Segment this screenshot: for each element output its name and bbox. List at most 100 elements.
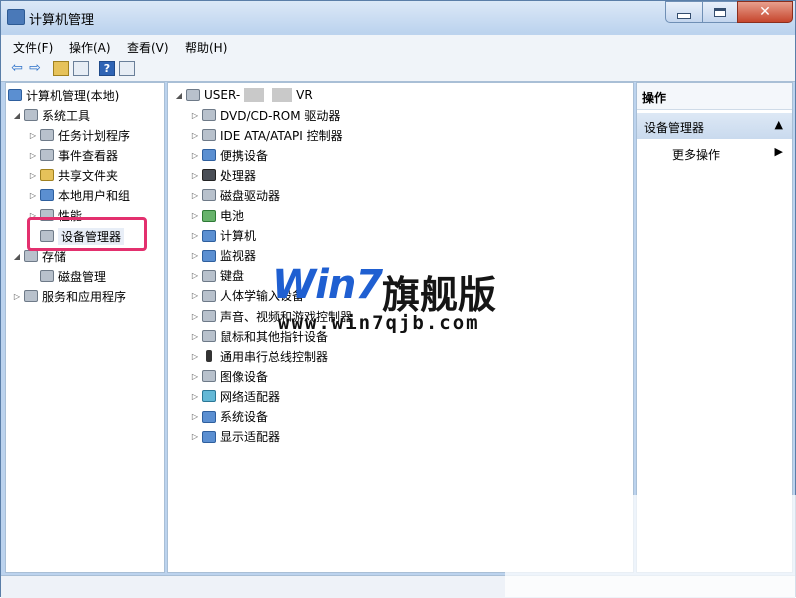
device-category-imaging-device[interactable]: ▷ 图像设备	[190, 366, 268, 386]
tree-item-event-viewer[interactable]: ▷ 事件查看器	[28, 145, 118, 165]
device-category-display-adapter[interactable]: ▷ 显示适配器	[190, 427, 280, 447]
expand-arrow-icon[interactable]: ▷	[190, 211, 200, 220]
close-button[interactable]: ✕	[737, 1, 793, 23]
device-category-monitor[interactable]: ▷ 监视器	[190, 246, 256, 266]
expand-arrow-icon[interactable]: ▷	[190, 231, 200, 240]
tree-item-shared-folders[interactable]: ▷ 共享文件夹	[28, 165, 118, 185]
storage-icon	[24, 250, 38, 262]
menu-help[interactable]: 帮助(H)	[185, 39, 227, 56]
submenu-arrow-icon[interactable]: ▶	[775, 145, 783, 158]
tree-item-disk-management[interactable]: 磁盘管理	[40, 266, 106, 286]
users-icon	[40, 189, 54, 201]
device-tree-root[interactable]: ◢ USER- VR	[174, 85, 313, 105]
title-bar[interactable]: 计算机管理 ✕	[1, 1, 795, 33]
actions-section-device-manager[interactable]: 设备管理器 ▲	[637, 113, 792, 139]
device-category-label: 显示适配器	[220, 430, 281, 445]
keyboard-icon	[202, 269, 216, 282]
expand-arrow-icon[interactable]: ▷	[190, 412, 200, 421]
forward-arrow-icon[interactable]: ⇨	[27, 61, 43, 76]
more-actions-link[interactable]: 更多操作	[672, 146, 720, 163]
device-category-label: 计算机	[220, 229, 257, 244]
device-category-label: DVD/CD-ROM 驱动器	[220, 108, 341, 123]
redacted-block	[272, 88, 293, 102]
maximize-icon	[714, 7, 726, 17]
menu-view[interactable]: 查看(V)	[127, 39, 169, 56]
watermark-name: 旗舰版	[382, 273, 497, 317]
expand-arrow-icon[interactable]: ▷	[190, 171, 200, 180]
device-category-computer[interactable]: ▷ 计算机	[190, 226, 256, 246]
computer-icon	[202, 229, 216, 242]
system-device-icon	[202, 410, 216, 423]
collapse-up-icon[interactable]: ▲	[775, 118, 783, 131]
tree-item-system-tools[interactable]: ◢ 系统工具	[12, 105, 90, 125]
close-icon: ✕	[759, 4, 771, 20]
tree-item-task-scheduler[interactable]: ▷ 任务计划程序	[28, 125, 130, 145]
properties-icon[interactable]	[119, 61, 135, 76]
expand-arrow-icon[interactable]: ▷	[190, 131, 200, 140]
maximize-button[interactable]	[702, 1, 738, 23]
minimize-icon	[677, 13, 691, 19]
collapse-arrow-icon[interactable]: ◢	[12, 252, 22, 261]
help-icon[interactable]: ?	[99, 61, 115, 76]
disk-management-icon	[40, 270, 54, 282]
tree-item-root[interactable]: 计算机管理(本地)	[8, 85, 119, 105]
device-category-system-device[interactable]: ▷ 系统设备	[190, 407, 268, 427]
imaging-device-icon	[202, 370, 216, 383]
expand-arrow-icon[interactable]: ▷	[190, 352, 200, 361]
hid-icon	[202, 289, 216, 302]
device-category-label: 键盘	[220, 269, 245, 284]
menu-bar: 文件(F) 操作(A) 查看(V) 帮助(H)	[1, 35, 795, 57]
expand-arrow-icon[interactable]: ▷	[190, 332, 200, 341]
expand-arrow-icon[interactable]: ▷	[190, 271, 200, 280]
expand-arrow-icon[interactable]: ▷	[190, 111, 200, 120]
network-adapter-icon	[202, 390, 216, 403]
show-hide-tree-icon[interactable]	[73, 61, 89, 76]
device-category-disk-drive[interactable]: ▷ 磁盘驱动器	[190, 185, 280, 205]
device-category-battery[interactable]: ▷ 电池	[190, 206, 244, 226]
device-category-label: 处理器	[220, 168, 257, 183]
back-arrow-icon[interactable]: ⇦	[9, 61, 25, 76]
tree-item-services-apps[interactable]: ▷ 服务和应用程序	[12, 286, 126, 306]
event-viewer-icon	[40, 149, 54, 161]
computer-icon	[186, 89, 200, 101]
device-category-label: 电池	[220, 209, 245, 223]
expand-arrow-icon[interactable]: ▷	[190, 392, 200, 401]
device-category-dvd-drive[interactable]: ▷ DVD/CD-ROM 驱动器	[190, 105, 341, 125]
device-category-label: 便携设备	[220, 148, 269, 163]
expand-arrow-icon[interactable]: ▷	[190, 251, 200, 260]
device-category-label: 监视器	[220, 249, 257, 264]
expand-arrow-icon[interactable]: ▷	[190, 191, 200, 200]
menu-action[interactable]: 操作(A)	[69, 39, 111, 56]
expand-arrow-icon[interactable]: ▷	[190, 291, 200, 300]
expand-arrow-icon[interactable]: ▷	[28, 151, 38, 160]
collapse-arrow-icon[interactable]: ◢	[12, 111, 22, 120]
expand-arrow-icon[interactable]: ▷	[28, 191, 38, 200]
mouse-icon	[202, 330, 216, 343]
up-folder-icon[interactable]	[53, 61, 69, 76]
device-category-usb[interactable]: ▷ 通用串行总线控制器	[190, 346, 328, 366]
expand-arrow-icon[interactable]: ▷	[190, 151, 200, 160]
expand-arrow-icon[interactable]: ▷	[190, 432, 200, 441]
expand-arrow-icon[interactable]: ▷	[190, 312, 200, 321]
device-category-ide-controller[interactable]: ▷ IDE ATA/ATAPI 控制器	[190, 125, 343, 145]
redacted-block	[244, 88, 265, 102]
navigation-tree-pane[interactable]: 计算机管理(本地) ◢ 系统工具 ▷ 任务计划程序 ▷ 事件查看器 ▷ 共享文件…	[5, 82, 165, 573]
portable-device-icon	[202, 149, 216, 162]
minimize-button[interactable]	[665, 1, 703, 23]
device-category-network-adapter[interactable]: ▷ 网络适配器	[190, 386, 280, 406]
actions-header: 操作	[637, 83, 792, 110]
expand-arrow-icon[interactable]: ▷	[28, 171, 38, 180]
expand-arrow-icon[interactable]: ▷	[12, 292, 22, 301]
device-category-keyboard[interactable]: ▷ 键盘	[190, 266, 244, 286]
device-category-processor[interactable]: ▷ 处理器	[190, 165, 256, 185]
monitor-icon	[202, 249, 216, 262]
device-category-label: 图像设备	[220, 369, 269, 384]
expand-arrow-icon[interactable]: ▷	[190, 372, 200, 381]
tree-item-local-users[interactable]: ▷ 本地用户和组	[28, 185, 130, 205]
shared-folder-icon	[40, 169, 54, 181]
collapse-arrow-icon[interactable]: ◢	[174, 91, 184, 100]
expand-arrow-icon[interactable]: ▷	[28, 131, 38, 140]
device-manager-highlight-box	[27, 217, 147, 251]
menu-file[interactable]: 文件(F)	[13, 39, 53, 56]
device-category-portable-device[interactable]: ▷ 便携设备	[190, 145, 268, 165]
